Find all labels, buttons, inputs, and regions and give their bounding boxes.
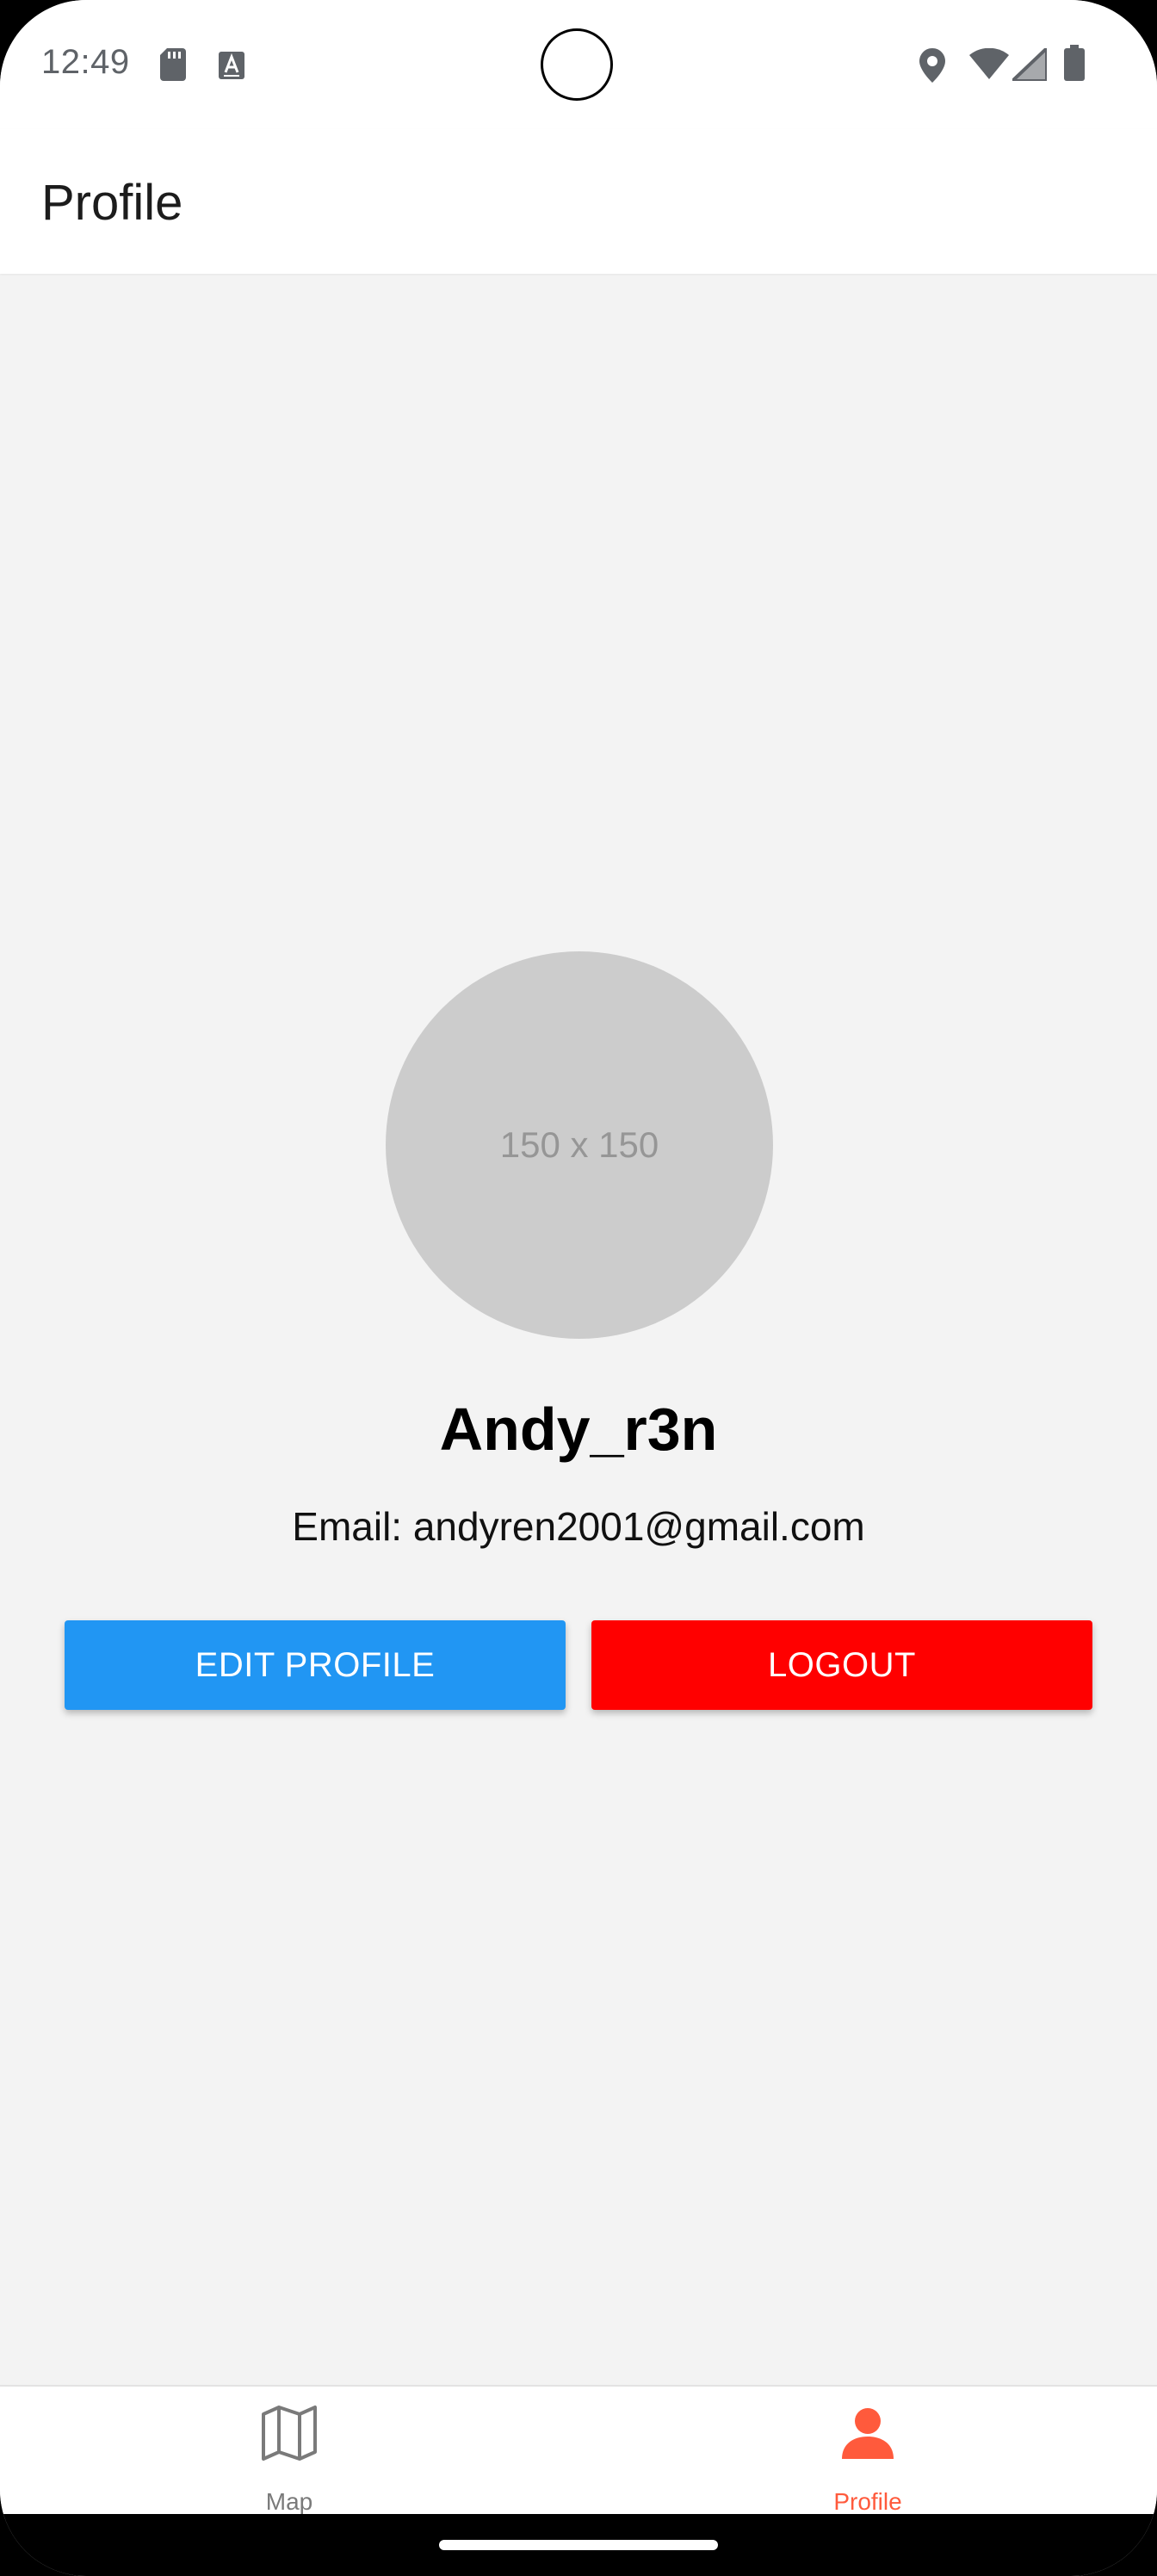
screen: 12:49 Profile 150 x 150 Andy_r3n Email: … — [0, 0, 1157, 2576]
username: Andy_r3n — [439, 1396, 718, 1463]
app-header: Profile — [0, 129, 1157, 274]
edit-profile-button-label: EDIT PROFILE — [195, 1645, 436, 1684]
page-title: Profile — [41, 175, 183, 231]
avatar-placeholder-text: 150 x 150 — [499, 1124, 659, 1165]
status-bar: 12:49 — [0, 0, 1157, 129]
avatar: 150 x 150 — [386, 951, 773, 1339]
bottom-tab-bar: Map Profile — [0, 2385, 1157, 2516]
system-nav-bar — [0, 2514, 1157, 2576]
tab-map-label: Map — [265, 2488, 313, 2515]
map-icon — [262, 2406, 317, 2461]
edit-profile-button[interactable]: EDIT PROFILE — [65, 1620, 566, 1710]
person-icon — [842, 2408, 894, 2459]
home-indicator[interactable] — [439, 2540, 718, 2550]
logout-button[interactable]: LOGOUT — [591, 1620, 1092, 1710]
keyboard-a-icon — [219, 52, 244, 79]
tab-profile-label: Profile — [833, 2488, 902, 2515]
logout-button-label: LOGOUT — [768, 1645, 916, 1684]
device-frame: 12:49 Profile 150 x 150 Andy_r3n Email: … — [0, 0, 1157, 2576]
front-camera — [541, 28, 613, 101]
email-text: Email: andyren2001@gmail.com — [292, 1504, 865, 1549]
status-time: 12:49 — [41, 43, 130, 81]
tab-map[interactable]: Map — [0, 2387, 578, 2516]
sd-card-icon — [160, 48, 186, 81]
wifi-icon — [969, 48, 1009, 79]
battery-icon — [1064, 45, 1085, 81]
tab-profile[interactable]: Profile — [578, 2387, 1157, 2516]
signal-icon — [1012, 48, 1047, 81]
location-icon — [919, 48, 945, 83]
